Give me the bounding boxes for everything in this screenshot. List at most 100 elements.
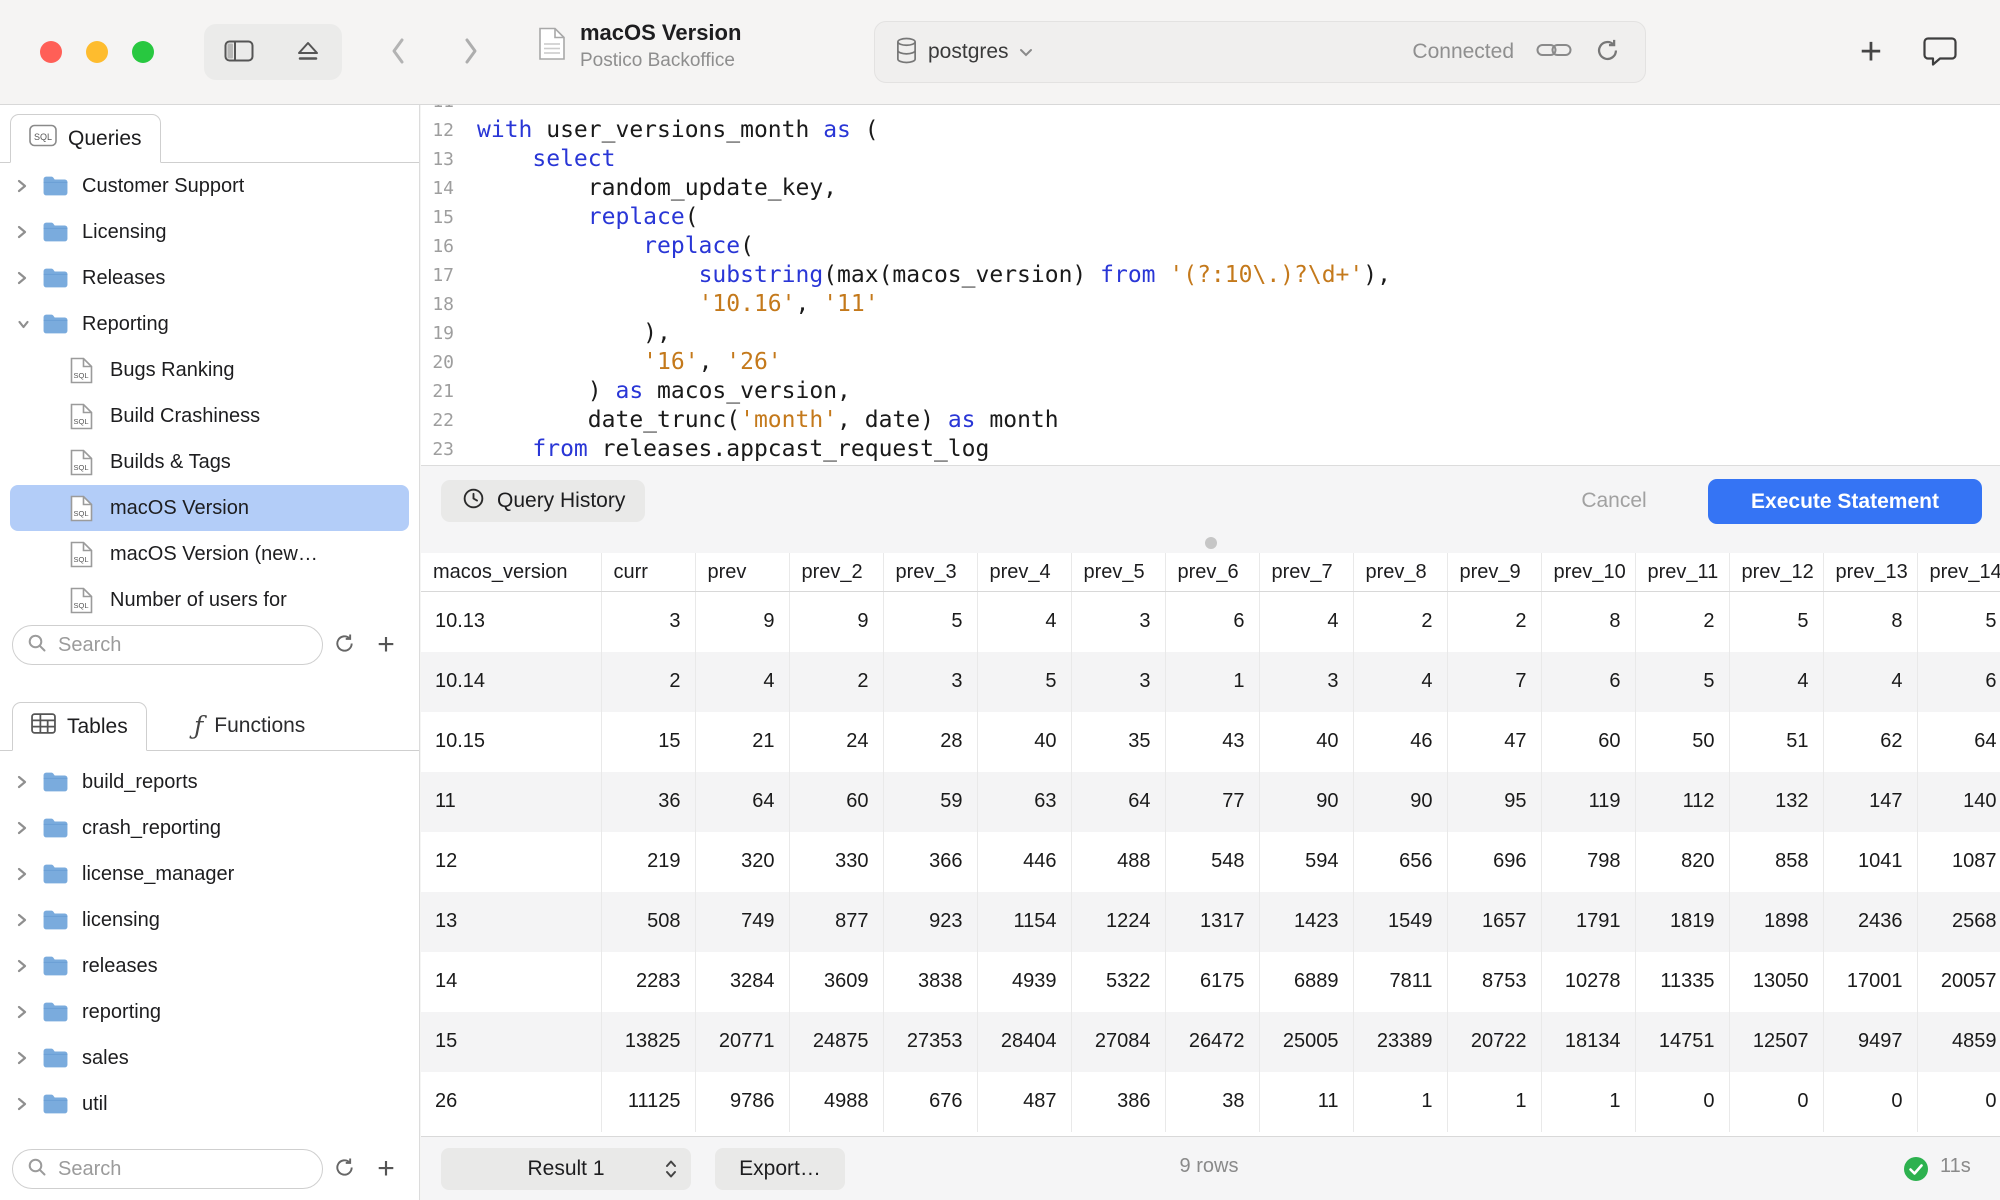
cell-value[interactable]: 21 [695, 712, 789, 772]
export-button[interactable]: Export… [715, 1148, 845, 1190]
minimize-button[interactable] [86, 41, 108, 63]
cell-value[interactable]: 7 [1447, 652, 1541, 712]
cell-value[interactable]: 548 [1165, 832, 1259, 892]
editor-line[interactable]: 15 replace( [421, 203, 2000, 232]
cell-value[interactable]: 9786 [695, 1072, 789, 1132]
editor-line[interactable]: 12with user_versions_month as ( [421, 116, 2000, 145]
cell-value[interactable]: 386 [1071, 1072, 1165, 1132]
cell-value[interactable]: 1819 [1635, 892, 1729, 952]
cell-value[interactable]: 95 [1447, 772, 1541, 832]
tree-folder-licensing[interactable]: Licensing [0, 209, 419, 255]
editor-line[interactable]: 11 [421, 105, 2000, 116]
result-row[interactable]: 10.14242353134765446 [421, 652, 2000, 712]
reconnect-button[interactable] [1594, 37, 1621, 67]
sidebar-toggle-button[interactable] [204, 24, 273, 80]
cell-value[interactable]: 18134 [1541, 1012, 1635, 1072]
cell-value[interactable]: 5 [883, 592, 977, 652]
result-row[interactable]: 10.15152124284035434046476050516264 [421, 712, 2000, 772]
column-header-prev_9[interactable]: prev_9 [1447, 553, 1541, 592]
schema-search-field[interactable] [12, 1149, 323, 1189]
cell-value[interactable]: 4 [1729, 652, 1823, 712]
cell-value[interactable]: 877 [789, 892, 883, 952]
cell-value[interactable]: 487 [977, 1072, 1071, 1132]
result-row[interactable]: 1422833284360938384939532261756889781187… [421, 952, 2000, 1012]
column-header-prev_6[interactable]: prev_6 [1165, 553, 1259, 592]
cell-value[interactable]: 749 [695, 892, 789, 952]
chevron-right-icon[interactable] [16, 223, 42, 241]
cell-value[interactable]: 2283 [601, 952, 695, 1012]
cell-value[interactable]: 64 [1071, 772, 1165, 832]
schema-refresh-button[interactable] [323, 1148, 365, 1190]
tree-query-bugs-ranking[interactable]: SQLBugs Ranking [0, 347, 419, 393]
result-row[interactable]: 10.13399543642282585 [421, 592, 2000, 652]
tree-query-number-of-users-for[interactable]: SQLNumber of users for [0, 577, 419, 617]
cell-value[interactable]: 46 [1353, 712, 1447, 772]
cell-value[interactable]: 2 [601, 652, 695, 712]
cell-value[interactable]: 2436 [1823, 892, 1917, 952]
cell-value[interactable]: 12507 [1729, 1012, 1823, 1072]
column-header-prev_3[interactable]: prev_3 [883, 553, 977, 592]
cell-value[interactable]: 656 [1353, 832, 1447, 892]
column-header-curr[interactable]: curr [601, 553, 695, 592]
add-button[interactable]: + [1847, 28, 1895, 76]
cell-value[interactable]: 2 [1635, 592, 1729, 652]
cell-value[interactable]: 64 [695, 772, 789, 832]
cell-value[interactable]: 59 [883, 772, 977, 832]
cell-value[interactable]: 798 [1541, 832, 1635, 892]
cell-value[interactable]: 5 [1635, 652, 1729, 712]
query-history-button[interactable]: Query History [441, 480, 645, 522]
cell-value[interactable]: 24875 [789, 1012, 883, 1072]
tree-folder-sales[interactable]: sales [0, 1035, 419, 1081]
editor-line[interactable]: 19 ), [421, 319, 2000, 348]
cell-value[interactable]: 6889 [1259, 952, 1353, 1012]
cell-value[interactable]: 1 [1353, 1072, 1447, 1132]
cell-value[interactable]: 1087 [1917, 832, 2000, 892]
column-header-macos_version[interactable]: macos_version [421, 553, 601, 592]
cell-value[interactable]: 9497 [1823, 1012, 1917, 1072]
cell-macos-version[interactable]: 12 [421, 832, 601, 892]
tree-query-builds-tags[interactable]: SQLBuilds & Tags [0, 439, 419, 485]
cell-value[interactable]: 696 [1447, 832, 1541, 892]
editor-line[interactable]: 18 '10.16', '11' [421, 290, 2000, 319]
cell-value[interactable]: 64 [1917, 712, 2000, 772]
cell-value[interactable]: 3609 [789, 952, 883, 1012]
cell-value[interactable]: 90 [1353, 772, 1447, 832]
tree-folder-crash-reporting[interactable]: crash_reporting [0, 805, 419, 851]
column-header-prev_12[interactable]: prev_12 [1729, 553, 1823, 592]
cell-value[interactable]: 25005 [1259, 1012, 1353, 1072]
cell-value[interactable]: 17001 [1823, 952, 1917, 1012]
result-row[interactable]: 1513825207712487527353284042708426472250… [421, 1012, 2000, 1072]
column-header-prev[interactable]: prev [695, 553, 789, 592]
cell-macos-version[interactable]: 10.14 [421, 652, 601, 712]
tree-folder-build-reports[interactable]: build_reports [0, 759, 419, 805]
cell-value[interactable]: 594 [1259, 832, 1353, 892]
cell-value[interactable]: 13825 [601, 1012, 695, 1072]
cell-value[interactable]: 36 [601, 772, 695, 832]
cell-value[interactable]: 20771 [695, 1012, 789, 1072]
cell-value[interactable]: 10278 [1541, 952, 1635, 1012]
cell-value[interactable]: 4988 [789, 1072, 883, 1132]
editor-line[interactable]: 21 ) as macos_version, [421, 377, 2000, 406]
cell-value[interactable]: 50 [1635, 712, 1729, 772]
cell-value[interactable]: 4 [1353, 652, 1447, 712]
cell-value[interactable]: 28 [883, 712, 977, 772]
cell-value[interactable]: 508 [601, 892, 695, 952]
chevron-right-icon[interactable] [16, 819, 42, 837]
forward-button[interactable] [443, 24, 499, 80]
editor-line[interactable]: 16 replace( [421, 232, 2000, 261]
cell-value[interactable]: 3 [1071, 592, 1165, 652]
editor-line[interactable]: 22 date_trunc('month', date) as month [421, 406, 2000, 435]
cell-value[interactable]: 3 [1259, 652, 1353, 712]
cell-value[interactable]: 23389 [1353, 1012, 1447, 1072]
cell-value[interactable]: 219 [601, 832, 695, 892]
column-header-prev_7[interactable]: prev_7 [1259, 553, 1353, 592]
column-header-prev_10[interactable]: prev_10 [1541, 553, 1635, 592]
cell-value[interactable]: 1041 [1823, 832, 1917, 892]
editor-line[interactable]: 14 random_update_key, [421, 174, 2000, 203]
cell-value[interactable]: 5 [1917, 592, 2000, 652]
cell-value[interactable]: 4939 [977, 952, 1071, 1012]
cell-value[interactable]: 47 [1447, 712, 1541, 772]
cell-value[interactable]: 112 [1635, 772, 1729, 832]
cell-value[interactable]: 1423 [1259, 892, 1353, 952]
editor-line[interactable]: 23 from releases.appcast_request_log [421, 435, 2000, 464]
